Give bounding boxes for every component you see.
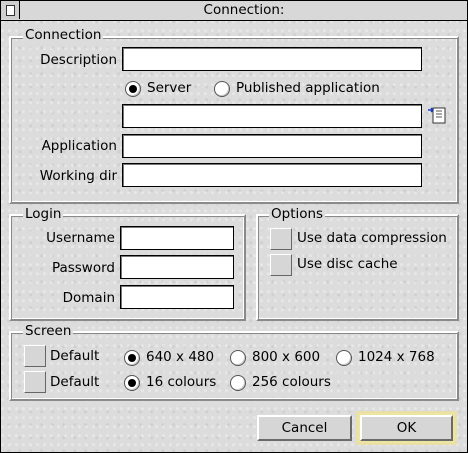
connection-group-title: Connection [23,27,104,43]
application-label: Application [41,138,117,154]
login-group-title: Login [23,206,64,222]
server-list-menu-icon[interactable] [427,105,447,125]
working-dir-field[interactable] [122,163,422,187]
use-disc-cache-label[interactable]: Use disc cache [297,256,398,272]
domain-label: Domain [62,290,115,306]
default-colours-label[interactable]: Default [50,374,99,390]
cancel-button-label[interactable]: Cancel [259,417,350,439]
colours-16-label[interactable]: 16 colours [146,374,216,390]
use-disc-cache-checkbox[interactable] [270,254,292,276]
ok-button-label[interactable]: OK [362,417,451,439]
use-data-compression-label[interactable]: Use data compression [297,230,447,246]
password-label: Password [51,260,115,276]
description-label: Description [40,52,117,68]
server-field[interactable] [122,104,422,128]
colours-256-label[interactable]: 256 colours [252,374,331,390]
colours-256-radio[interactable] [230,375,246,391]
description-field[interactable] [122,47,422,71]
username-field[interactable] [120,226,234,250]
res-800-label[interactable]: 800 x 600 [252,349,320,365]
username-label: Username [46,230,115,246]
res-1024-radio[interactable] [336,350,352,366]
res-640-label[interactable]: 640 x 480 [146,349,214,365]
default-resolution-checkbox[interactable] [24,345,46,367]
title-bar[interactable]: Connection: [1,1,467,21]
default-colours-checkbox[interactable] [24,371,46,393]
default-resolution-label[interactable]: Default [50,348,99,364]
screen-group [9,331,459,401]
password-field[interactable] [120,255,234,279]
application-field[interactable] [122,134,422,158]
working-dir-label: Working dir [39,168,117,184]
published-application-radio-indicator[interactable] [214,81,230,97]
screen-group-title: Screen [23,323,74,339]
published-application-radio-label[interactable]: Published application [236,80,380,96]
server-radio-label[interactable]: Server [147,80,191,96]
use-data-compression-checkbox[interactable] [270,228,292,250]
res-1024-label[interactable]: 1024 x 768 [358,349,435,365]
connection-window: Connection: Connection Description Serve… [0,0,468,453]
cancel-button[interactable]: Cancel [257,415,352,441]
back-icon[interactable] [1,1,20,19]
ok-button[interactable]: OK [360,415,453,441]
options-group-title: Options [269,206,326,222]
domain-field[interactable] [120,285,234,309]
ok-button-default-frame[interactable]: OK [356,411,457,445]
res-640-radio[interactable] [124,350,140,366]
colours-16-radio[interactable] [124,375,140,391]
server-radio-indicator[interactable] [125,81,141,97]
res-800-radio[interactable] [230,350,246,366]
window-title: Connection: [203,2,285,18]
